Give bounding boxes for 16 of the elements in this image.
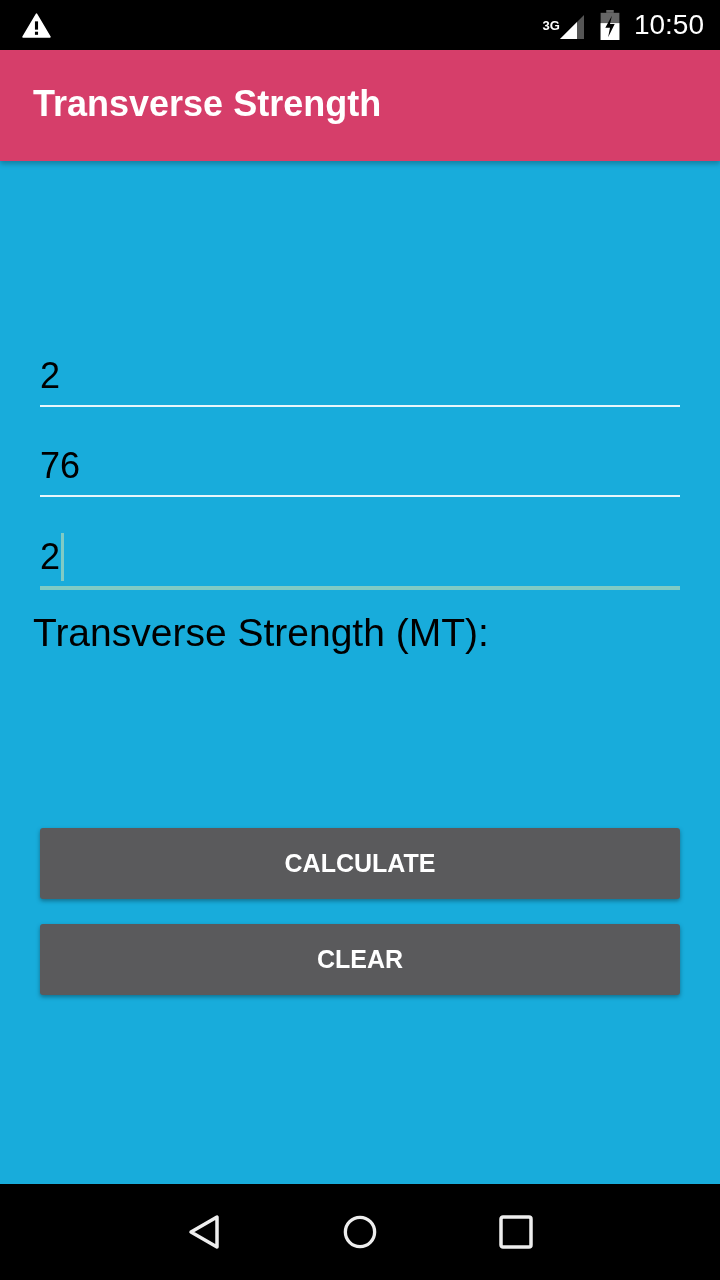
clear-button[interactable]: CLEAR bbox=[40, 924, 680, 995]
text-cursor bbox=[61, 532, 65, 581]
clock-time: 10:50 bbox=[633, 9, 704, 41]
back-icon[interactable] bbox=[187, 1214, 221, 1250]
network-type-label: 3G bbox=[542, 18, 560, 33]
calculate-button[interactable]: CALCULATE bbox=[40, 828, 680, 899]
recent-apps-icon[interactable] bbox=[499, 1214, 533, 1250]
app-title: Transverse Strength bbox=[33, 83, 382, 125]
home-icon[interactable] bbox=[343, 1214, 377, 1250]
warning-icon bbox=[22, 12, 51, 38]
input-field[interactable]: 2 bbox=[40, 349, 680, 407]
input-field[interactable]: 2 bbox=[40, 529, 680, 590]
signal-icon bbox=[559, 15, 584, 39]
battery-charging-icon bbox=[599, 10, 620, 40]
result-label: Transverse Strength (MT): bbox=[33, 610, 490, 656]
input-field[interactable]: 76 bbox=[40, 439, 680, 497]
